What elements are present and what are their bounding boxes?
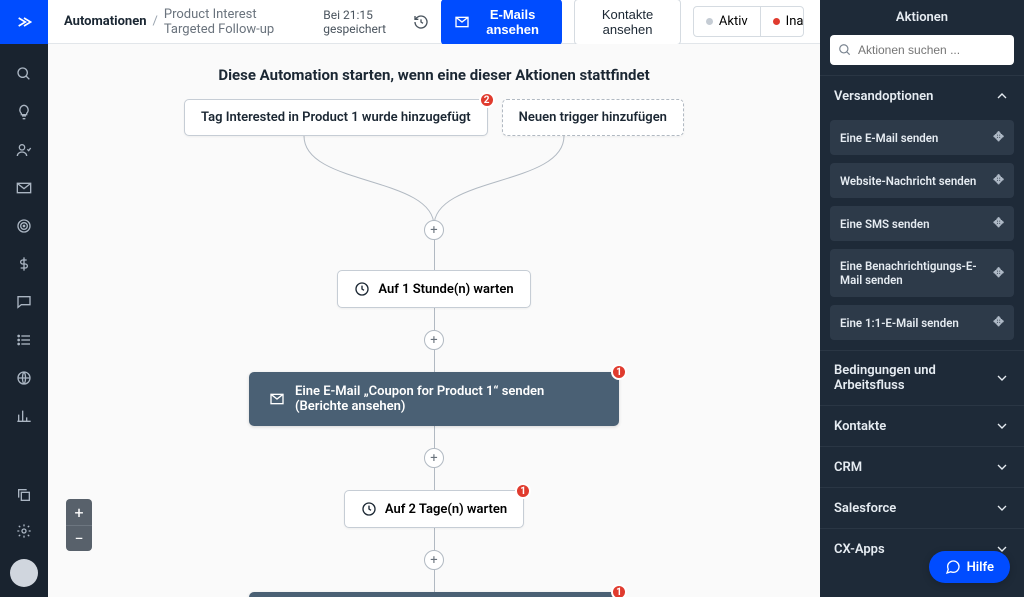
chevron-up-icon bbox=[994, 88, 1010, 104]
add-step-button[interactable]: + bbox=[424, 220, 444, 240]
mail-icon[interactable] bbox=[16, 180, 32, 196]
node-badge: 1 bbox=[611, 584, 627, 597]
add-trigger-node[interactable]: Neuen trigger hinzufügen bbox=[502, 99, 684, 136]
trigger-node[interactable]: Tag Interested in Product 1 wurde hinzug… bbox=[184, 99, 488, 136]
list-icon[interactable] bbox=[16, 332, 32, 348]
breadcrumb-leaf: Product Interest Targeted Follow-up bbox=[164, 7, 299, 37]
breadcrumb: Automationen / Product Interest Targeted… bbox=[64, 7, 299, 37]
zoom-control: + − bbox=[66, 499, 92, 551]
copy-icon[interactable] bbox=[16, 487, 32, 503]
search-icon[interactable] bbox=[16, 66, 32, 82]
actions-search-input[interactable] bbox=[830, 35, 1014, 65]
action-site-message[interactable]: Website-Nachricht senden✥ bbox=[830, 163, 1014, 198]
brand-logo[interactable] bbox=[0, 0, 48, 44]
actions-panel: Aktionen Versandoptionen Eine E-Mail sen… bbox=[820, 0, 1024, 597]
saved-text: Bei 21:15 gespeichert bbox=[323, 8, 407, 36]
chevron-down-icon bbox=[994, 418, 1010, 434]
send-email-node[interactable]: 1 Eine E-Mail „Content related to intere… bbox=[249, 592, 619, 597]
mail-icon bbox=[269, 391, 285, 407]
user-avatar[interactable] bbox=[10, 559, 38, 587]
action-notification-email[interactable]: Eine Benachrichtigungs-E-Mail senden✥ bbox=[830, 249, 1014, 297]
chevron-down-icon bbox=[994, 500, 1010, 516]
section-versandoptionen[interactable]: Versandoptionen bbox=[820, 75, 1024, 116]
clock-icon bbox=[361, 501, 377, 517]
lightbulb-icon[interactable] bbox=[16, 104, 32, 120]
action-1to1-email[interactable]: Eine 1:1-E-Mail senden✥ bbox=[830, 305, 1014, 340]
send-email-node[interactable]: 1 Eine E-Mail „Coupon for Product 1“ sen… bbox=[249, 372, 619, 426]
canvas-title: Diese Automation starten, wenn eine dies… bbox=[48, 66, 820, 84]
history-icon[interactable] bbox=[413, 14, 429, 30]
drag-icon: ✥ bbox=[993, 315, 1004, 330]
add-step-button[interactable]: + bbox=[424, 550, 444, 570]
header: Automationen / Product Interest Targeted… bbox=[48, 0, 820, 44]
add-step-button[interactable]: + bbox=[424, 448, 444, 468]
section-salesforce[interactable]: Salesforce bbox=[820, 487, 1024, 528]
status-toggle: Aktiv Inaktiv bbox=[693, 6, 804, 37]
status-active[interactable]: Aktiv bbox=[694, 7, 760, 36]
section-kontakte[interactable]: Kontakte bbox=[820, 405, 1024, 446]
zoom-in-button[interactable]: + bbox=[66, 499, 92, 525]
globe-icon[interactable] bbox=[16, 370, 32, 386]
help-button[interactable]: Hilfe bbox=[929, 551, 1010, 583]
view-contacts-button[interactable]: Kontakte ansehen bbox=[574, 0, 681, 45]
dollar-icon[interactable] bbox=[16, 256, 32, 272]
contacts-icon[interactable] bbox=[16, 142, 32, 158]
clock-icon bbox=[354, 281, 370, 297]
chevron-down-icon bbox=[994, 459, 1010, 475]
automation-canvas[interactable]: Diese Automation starten, wenn eine dies… bbox=[48, 44, 820, 597]
breadcrumb-sep: / bbox=[153, 14, 158, 29]
drag-icon: ✥ bbox=[993, 216, 1004, 231]
chat-icon[interactable] bbox=[16, 294, 32, 310]
panel-title: Aktionen bbox=[820, 0, 1024, 35]
add-step-button[interactable]: + bbox=[424, 330, 444, 350]
chat-icon bbox=[945, 559, 961, 575]
action-send-email[interactable]: Eine E-Mail senden✥ bbox=[830, 120, 1014, 155]
view-emails-button[interactable]: E-Mails ansehen bbox=[441, 0, 562, 45]
drag-icon: ✥ bbox=[993, 130, 1004, 145]
zoom-out-button[interactable]: − bbox=[66, 525, 92, 551]
mail-icon bbox=[454, 14, 470, 30]
trigger-badge: 2 bbox=[479, 92, 495, 108]
status-inactive[interactable]: Inaktiv bbox=[760, 7, 804, 36]
action-send-sms[interactable]: Eine SMS senden✥ bbox=[830, 206, 1014, 241]
breadcrumb-root[interactable]: Automationen bbox=[64, 14, 147, 29]
section-bedingungen[interactable]: Bedingungen und Arbeitsfluss bbox=[820, 350, 1024, 405]
node-badge: 1 bbox=[515, 483, 531, 499]
target-icon[interactable] bbox=[16, 218, 32, 234]
saved-indicator: Bei 21:15 gespeichert bbox=[323, 8, 429, 36]
wait-node[interactable]: 1 Auf 2 Tage(n) warten bbox=[344, 490, 524, 528]
wait-node[interactable]: Auf 1 Stunde(n) warten bbox=[337, 270, 530, 308]
drag-icon: ✥ bbox=[993, 173, 1004, 188]
section-crm[interactable]: CRM bbox=[820, 446, 1024, 487]
left-nav bbox=[0, 0, 48, 597]
logo-icon bbox=[16, 14, 32, 30]
node-badge: 1 bbox=[611, 364, 627, 380]
chevron-down-icon bbox=[994, 370, 1010, 386]
gear-icon[interactable] bbox=[16, 523, 32, 539]
drag-icon: ✥ bbox=[993, 266, 1004, 281]
reports-icon[interactable] bbox=[16, 408, 32, 424]
